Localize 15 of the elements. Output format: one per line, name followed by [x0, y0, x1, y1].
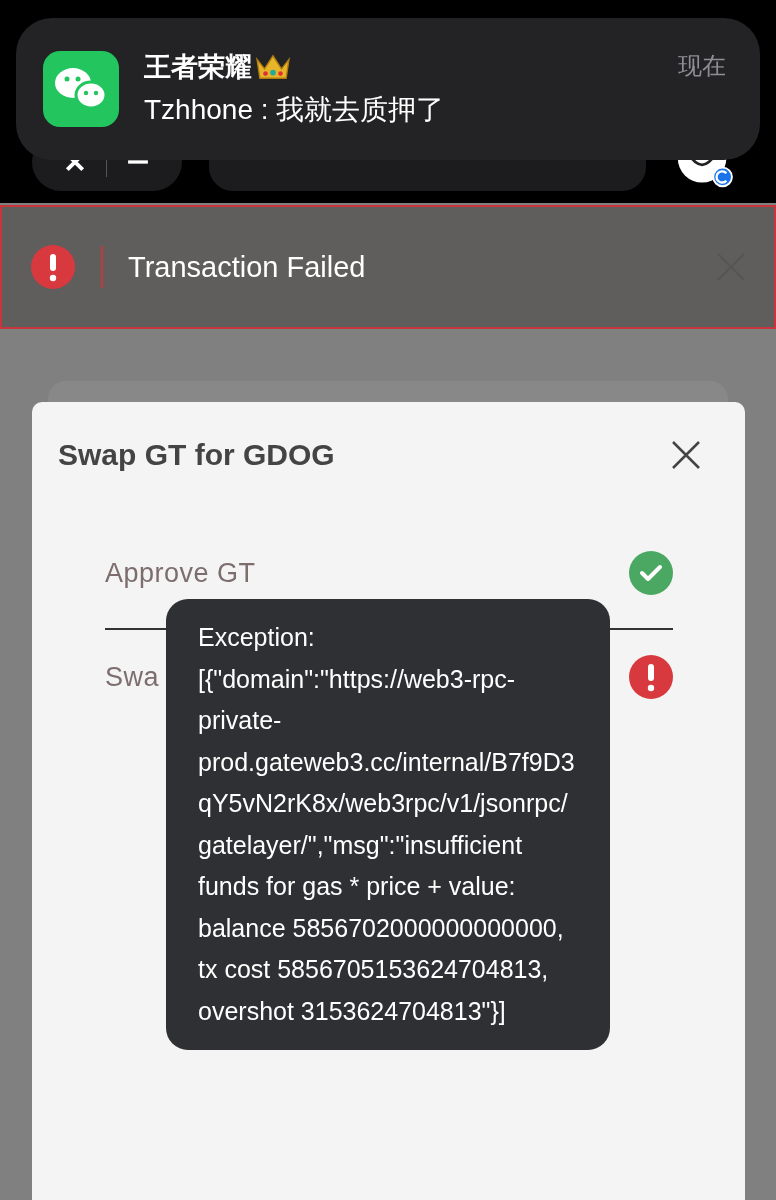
step-label: Approve GT: [105, 557, 256, 589]
notification-time: 现在: [678, 51, 726, 81]
success-icon: [629, 551, 673, 595]
dialog-title: Swap GT for GDOG: [58, 438, 335, 472]
notification-toast[interactable]: 王者荣耀 Tzhhone : 我就去质押了 现在: [16, 18, 760, 160]
crown-icon: [254, 52, 292, 82]
notification-message: Tzhhone : 我就去质押了: [144, 93, 446, 127]
error-icon: [629, 655, 673, 699]
close-icon[interactable]: [671, 440, 701, 470]
step-label: Swa: [105, 661, 160, 693]
notification-title: 王者荣耀: [144, 51, 252, 84]
chat-app-icon: [43, 51, 119, 127]
error-icon: [31, 245, 75, 289]
error-tooltip: Exception: [{"domain":"https://web3-rpc-private-prod.gateweb3.cc/internal/B7f9D3qY5vN2rK8x/web3rpc/v1/jsonrpc/gatelayer/","msg":"insufficient funds for gas * price + value: balance 5856702000000000000, tx cost 5856705153624704813, overshot 3153624704813"}]: [166, 599, 610, 1050]
alert-message: Transaction Failed: [128, 250, 367, 284]
